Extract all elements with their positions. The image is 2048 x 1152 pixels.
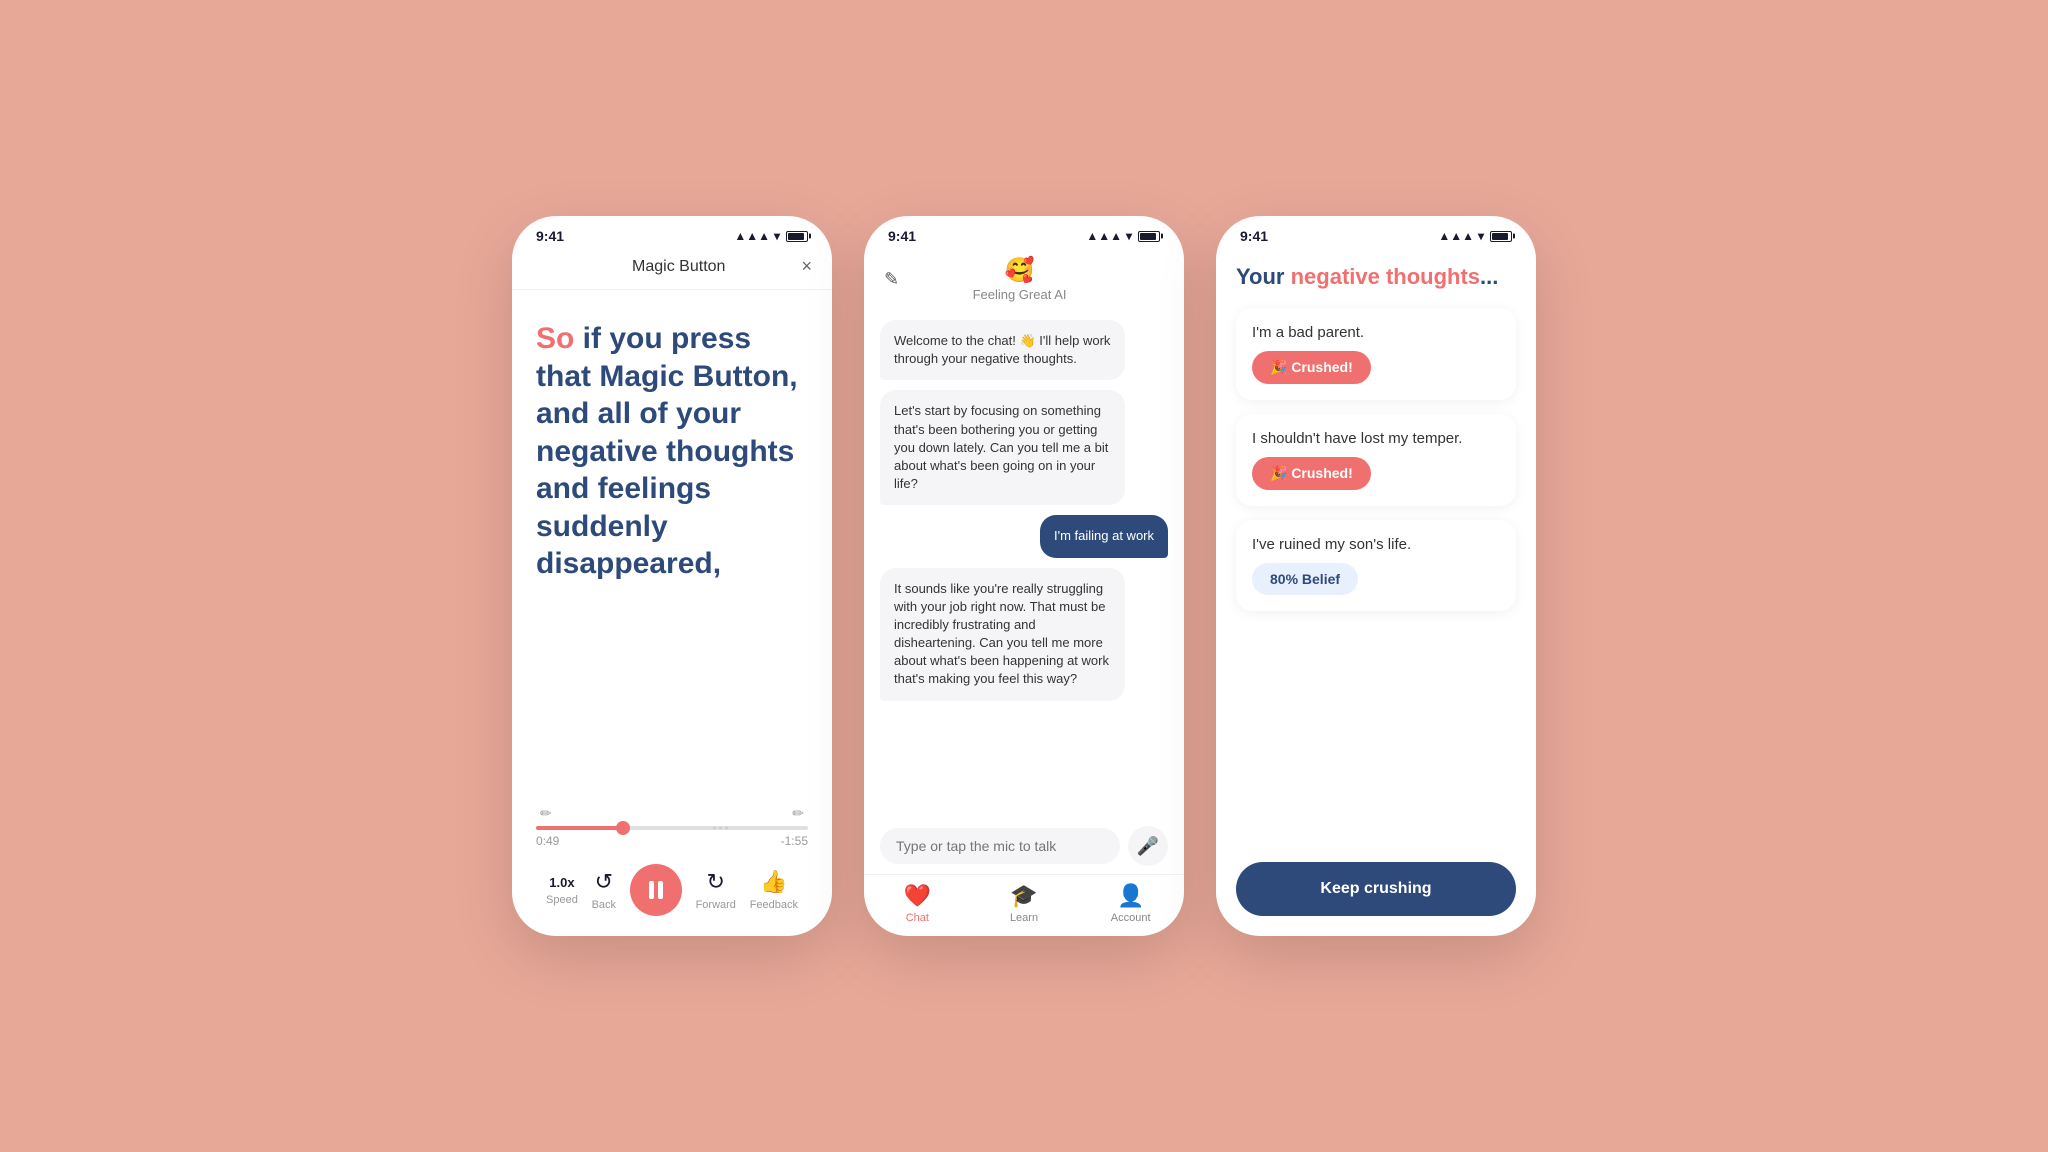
battery-icon-3 (1490, 231, 1512, 242)
nav-account[interactable]: 👤 Account (1077, 883, 1184, 924)
thought-text-1: I'm a bad parent. (1252, 324, 1500, 341)
belief-button-3[interactable]: 80% Belief (1252, 563, 1358, 595)
ai-avatar: 🥰 (1005, 256, 1035, 285)
feedback-group: 👍 Feedback (750, 869, 798, 911)
speed-label: Speed (546, 894, 578, 906)
status-bar-1: 9:41 ▲▲▲ ▾ (512, 216, 832, 248)
mic-icon: 🎤 (1137, 836, 1159, 857)
crushed-button-1[interactable]: 🎉 Crushed! (1252, 351, 1371, 384)
message-1: Welcome to the chat! 👋 I'll help work th… (880, 320, 1125, 380)
thought-card-2: I shouldn't have lost my temper. 🎉 Crush… (1236, 414, 1516, 506)
keep-crushing-button[interactable]: Keep crushing (1236, 862, 1516, 916)
message-2-text: Let's start by focusing on something tha… (894, 403, 1108, 491)
status-icons-2: ▲▲▲ ▾ (1086, 229, 1160, 243)
thought-text-2: I shouldn't have lost my temper. (1252, 430, 1500, 447)
feedback-icon[interactable]: 👍 (760, 869, 787, 895)
time-1: 9:41 (536, 228, 564, 244)
bottom-nav: ❤️ Chat 🎓 Learn 👤 Account (864, 874, 1184, 936)
nav-learn[interactable]: 🎓 Learn (971, 883, 1078, 924)
account-nav-label: Account (1111, 912, 1151, 924)
audio-content: So if you press that Magic Button, and a… (512, 290, 832, 936)
phone1: 9:41 ▲▲▲ ▾ Magic Button × So if you pres… (512, 216, 832, 936)
speed-group: 1.0x Speed (546, 875, 578, 906)
signal-icon-1: ▲▲▲ (734, 229, 770, 243)
title-part2: negative thoughts (1291, 264, 1480, 289)
crushed-button-2[interactable]: 🎉 Crushed! (1252, 457, 1371, 490)
status-icons-1: ▲▲▲ ▾ (734, 229, 808, 243)
forward-group: ↻ Forward (696, 869, 736, 911)
time-labels: 0:49 -1:55 (536, 834, 808, 848)
progress-thumb[interactable] (616, 821, 630, 835)
account-nav-icon: 👤 (1117, 883, 1144, 909)
message-3: I'm failing at work (1040, 515, 1168, 557)
thought-card-3: I've ruined my son's life. 80% Belief (1236, 520, 1516, 611)
edit-markers: ✏ ✏ (536, 805, 808, 822)
nav-chat[interactable]: ❤️ Chat (864, 883, 971, 924)
chat-input[interactable] (880, 828, 1120, 864)
progress-fill (536, 826, 623, 830)
wifi-icon-3: ▾ (1478, 229, 1484, 243)
status-icons-3: ▲▲▲ ▾ (1438, 229, 1512, 243)
audio-text-normal: if you press that Magic Button, and all … (536, 322, 798, 580)
battery-icon-1 (786, 231, 808, 242)
audio-title: Magic Button (632, 258, 725, 276)
chat-input-area: 🎤 (864, 816, 1184, 874)
title-part1: Your (1236, 264, 1291, 289)
thought-card-1: I'm a bad parent. 🎉 Crushed! (1236, 308, 1516, 400)
pause-button[interactable] (630, 864, 682, 916)
learn-nav-label: Learn (1010, 912, 1038, 924)
forward-label: Forward (696, 899, 736, 911)
chat-nav-icon: ❤️ (904, 883, 931, 909)
chat-nav-label: Chat (906, 912, 929, 924)
progress-bar[interactable] (536, 826, 808, 830)
thought-text-3: I've ruined my son's life. (1252, 536, 1500, 553)
close-button[interactable]: × (801, 256, 812, 277)
pause-icon (649, 881, 663, 899)
wifi-icon-2: ▾ (1126, 229, 1132, 243)
message-4-text: It sounds like you're really struggling … (894, 581, 1109, 687)
back-label: Back (592, 899, 616, 911)
time-3: 9:41 (1240, 228, 1268, 244)
audio-text: So if you press that Magic Button, and a… (536, 320, 808, 583)
time-current: 0:49 (536, 834, 559, 848)
wifi-icon-1: ▾ (774, 229, 780, 243)
phones-container: 9:41 ▲▲▲ ▾ Magic Button × So if you pres… (512, 216, 1536, 936)
chat-header-center: 🥰 Feeling Great AI (973, 256, 1067, 302)
status-bar-2: 9:41 ▲▲▲ ▾ (864, 216, 1184, 248)
phone3: 9:41 ▲▲▲ ▾ Your negative thoughts... I'm… (1216, 216, 1536, 936)
signal-icon-2: ▲▲▲ (1086, 229, 1122, 243)
status-bar-3: 9:41 ▲▲▲ ▾ (1216, 216, 1536, 248)
signal-icon-3: ▲▲▲ (1438, 229, 1474, 243)
chat-messages: Welcome to the chat! 👋 I'll help work th… (864, 310, 1184, 816)
progress-track (536, 826, 808, 830)
title-part3: ... (1480, 264, 1498, 289)
battery-icon-2 (1138, 231, 1160, 242)
message-1-text: Welcome to the chat! 👋 I'll help work th… (894, 333, 1110, 366)
back-group: ↺ Back (592, 869, 616, 911)
speed-button[interactable]: 1.0x (549, 875, 574, 890)
edit-marker-left[interactable]: ✏ (540, 805, 552, 822)
back-icon[interactable]: ↺ (595, 869, 613, 895)
audio-controls: ✏ ✏ 0:49 -1:55 (536, 805, 808, 916)
message-4: It sounds like you're really struggling … (880, 568, 1125, 701)
chat-edit-icon[interactable]: ✎ (884, 269, 899, 290)
playback-buttons: 1.0x Speed ↺ Back ↻ (536, 864, 808, 916)
thoughts-content: Your negative thoughts... I'm a bad pare… (1216, 248, 1536, 854)
message-2: Let's start by focusing on something tha… (880, 390, 1125, 505)
edit-marker-right[interactable]: ✏ (792, 805, 804, 822)
thoughts-title: Your negative thoughts... (1236, 264, 1516, 290)
mic-button[interactable]: 🎤 (1128, 826, 1168, 866)
chat-header: ✎ 🥰 Feeling Great AI (864, 248, 1184, 310)
learn-nav-icon: 🎓 (1010, 883, 1037, 909)
time-2: 9:41 (888, 228, 916, 244)
progress-dots (713, 827, 728, 830)
forward-icon[interactable]: ↻ (707, 869, 725, 895)
audio-text-highlight: So (536, 322, 574, 355)
feedback-label: Feedback (750, 899, 798, 911)
audio-header: Magic Button × (512, 248, 832, 290)
phone2: 9:41 ▲▲▲ ▾ ✎ 🥰 Feeling Great AI Welcome … (864, 216, 1184, 936)
message-3-text: I'm failing at work (1054, 528, 1154, 543)
time-remaining: -1:55 (781, 834, 808, 848)
ai-name: Feeling Great AI (973, 287, 1067, 302)
